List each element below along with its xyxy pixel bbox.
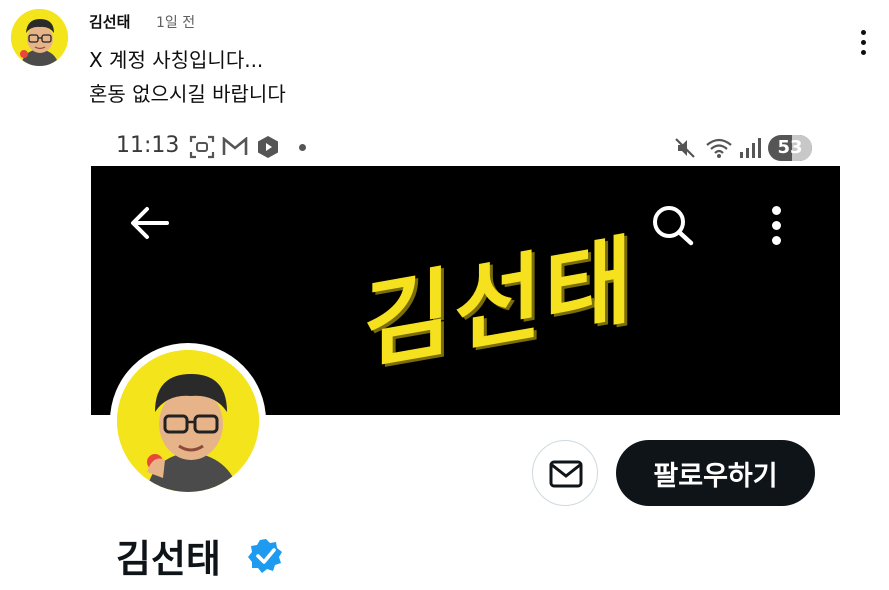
- profile-avatar[interactable]: [110, 343, 266, 499]
- screenshot-status-icon: [189, 135, 215, 159]
- notification-dot-icon: [299, 144, 306, 151]
- envelope-icon: [549, 460, 583, 488]
- message-button[interactable]: [532, 440, 598, 506]
- signal-icon: [740, 138, 761, 158]
- phone-status-bar: 11:13 53: [91, 128, 840, 166]
- comment-text-line-2: 혼동 없으시길 바랍니다: [89, 82, 286, 106]
- comment-text-line-1: X 계정 사칭입니다...: [89, 48, 264, 72]
- battery-level: 53: [777, 137, 803, 158]
- banner-logo-text: 김선태: [363, 222, 635, 383]
- back-arrow-icon[interactable]: [129, 205, 171, 241]
- wifi-icon: [706, 138, 732, 158]
- profile-display-name: 김선태: [116, 537, 221, 581]
- verified-badge-icon: [248, 539, 282, 573]
- profile-avatar-illustration: [117, 350, 259, 492]
- comment-author[interactable]: 김선태: [89, 11, 130, 32]
- comment-more-options-icon[interactable]: [852, 28, 874, 58]
- app-notification-icon: [258, 136, 278, 158]
- commenter-avatar-illustration: [11, 9, 68, 66]
- comment-timestamp[interactable]: 1일 전: [156, 12, 195, 32]
- gmail-icon: [222, 137, 248, 155]
- commenter-avatar[interactable]: [11, 9, 68, 66]
- status-time: 11:13: [116, 133, 180, 158]
- mute-icon: [675, 138, 695, 158]
- battery-icon: 53: [768, 135, 812, 161]
- more-options-icon[interactable]: [769, 206, 783, 246]
- follow-button[interactable]: 팔로우하기: [616, 440, 815, 506]
